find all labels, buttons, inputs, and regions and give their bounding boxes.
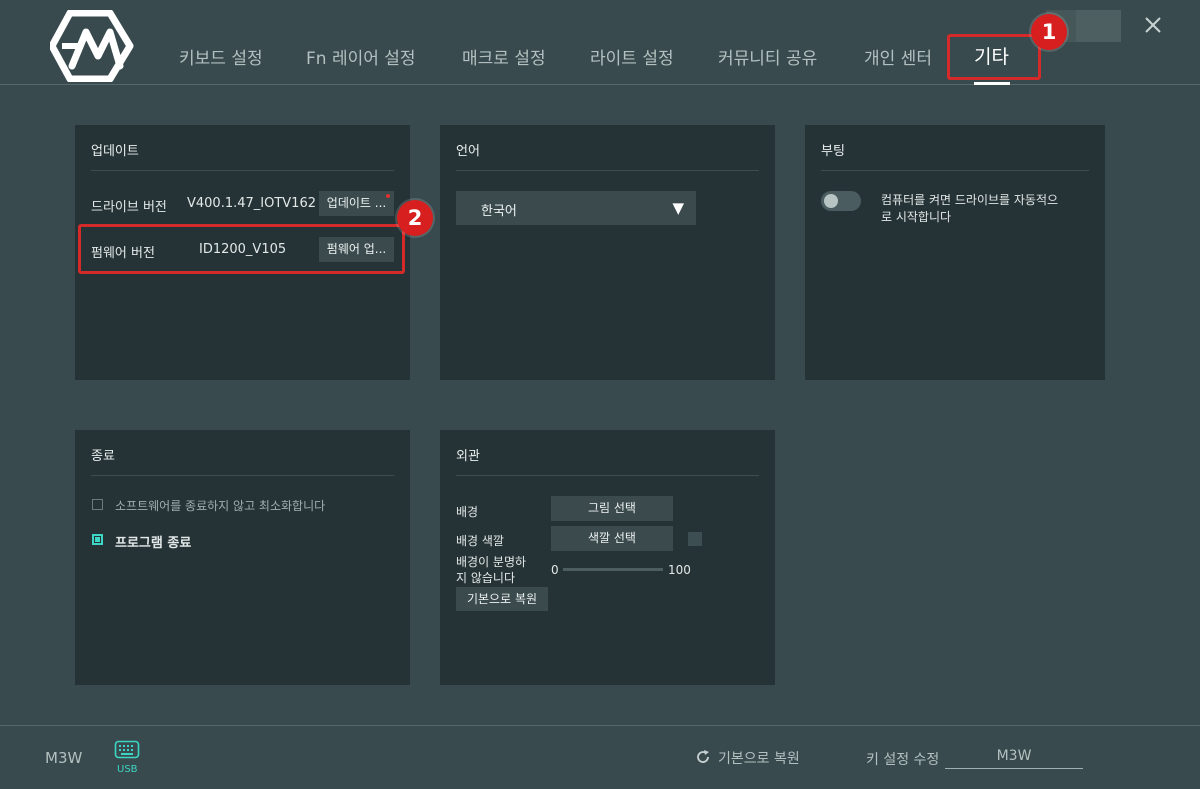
divider <box>456 170 759 171</box>
opacity-max-value: 100 <box>668 563 691 577</box>
appearance-panel: 외관 배경 그림 선택 배경 색깔 색깔 선택 배경이 분명하 지 않습니다 0… <box>440 430 775 685</box>
background-color-label: 배경 색깔 <box>456 534 504 548</box>
divider <box>821 170 1089 171</box>
keyboard-icon <box>114 740 140 759</box>
reset-appearance-button[interactable]: 기본으로 복원 <box>456 587 548 611</box>
appearance-panel-title: 외관 <box>456 449 480 464</box>
divider <box>91 170 394 171</box>
exit-program-checkbox[interactable] <box>92 534 103 545</box>
annotation-highlight-tab-other <box>947 34 1041 80</box>
divider <box>91 475 394 476</box>
tab-keyboard-settings[interactable]: 키보드 설정 <box>179 44 263 69</box>
opacity-label-line2: 지 않습니다 <box>456 571 516 585</box>
key-setting-input[interactable]: M3W <box>945 748 1083 769</box>
boot-panel-title: 부팅 <box>821 144 845 159</box>
autostart-description-line2: 로 시작합니다 <box>881 210 952 224</box>
app-logo-icon <box>50 10 134 82</box>
background-label: 배경 <box>456 505 479 519</box>
language-selected-value: 한국어 <box>481 204 517 219</box>
device-name: M3W <box>45 749 83 767</box>
driver-update-button[interactable]: 업데이트 ... <box>319 191 394 216</box>
exit-panel-title: 종료 <box>91 449 115 464</box>
opacity-slider[interactable] <box>563 568 663 571</box>
update-available-dot <box>386 194 390 198</box>
refresh-icon <box>697 750 709 763</box>
reset-defaults-label: 기본으로 복원 <box>718 751 800 767</box>
update-panel-title: 업데이트 <box>91 144 139 159</box>
close-icon[interactable] <box>1142 14 1164 36</box>
background-color-swatch[interactable] <box>688 532 702 546</box>
tab-macro-settings[interactable]: 매크로 설정 <box>462 44 546 69</box>
connection-type-label: USB <box>117 764 138 775</box>
key-setting-label: 키 설정 수정 <box>866 752 940 768</box>
autostart-description-line1: 컴퓨터를 켜면 드라이브를 자동적으 <box>881 193 1059 207</box>
annotation-highlight-firmware <box>78 224 405 274</box>
minimize-on-exit-label: 소프트웨어를 종료하지 않고 최소화합니다 <box>115 499 326 513</box>
dropdown-arrow-icon: ▼ <box>672 199 684 217</box>
reset-defaults-button[interactable]: 기본으로 복원 <box>695 748 815 768</box>
exit-program-label: 프로그램 종료 <box>115 536 192 551</box>
minimize-on-exit-checkbox[interactable] <box>92 499 103 510</box>
exit-panel: 종료 소프트웨어를 종료하지 않고 최소화합니다 프로그램 종료 <box>75 430 410 685</box>
tab-fn-layer-settings[interactable]: Fn 레이어 설정 <box>306 44 416 69</box>
annotation-badge-1: 1 <box>1031 14 1067 50</box>
active-tab-indicator <box>974 82 1010 85</box>
language-select[interactable]: 한국어 ▼ <box>456 191 696 225</box>
tab-light-settings[interactable]: 라이트 설정 <box>590 44 674 69</box>
autostart-toggle[interactable] <box>821 191 861 211</box>
select-color-button[interactable]: 색깔 선택 <box>551 526 673 551</box>
language-panel-title: 언어 <box>456 144 480 159</box>
footer-bar: M3W USB 기본으로 복원 키 설정 수정 M3W <box>0 725 1200 789</box>
opacity-label-line1: 배경이 분명하 <box>456 555 527 569</box>
language-panel: 언어 한국어 ▼ <box>440 125 775 380</box>
driver-version-label: 드라이브 버전 <box>91 200 167 215</box>
select-image-button[interactable]: 그림 선택 <box>551 496 673 521</box>
divider <box>456 475 759 476</box>
annotation-badge-2: 2 <box>397 200 433 236</box>
tab-personal-center[interactable]: 개인 센터 <box>864 44 932 69</box>
driver-version-value: V400.1.47_IOTV162 <box>187 196 316 211</box>
boot-panel: 부팅 컴퓨터를 켜면 드라이브를 자동적으 로 시작합니다 <box>805 125 1105 380</box>
tab-community-share[interactable]: 커뮤니티 공유 <box>718 44 817 69</box>
opacity-min-value: 0 <box>551 563 559 577</box>
